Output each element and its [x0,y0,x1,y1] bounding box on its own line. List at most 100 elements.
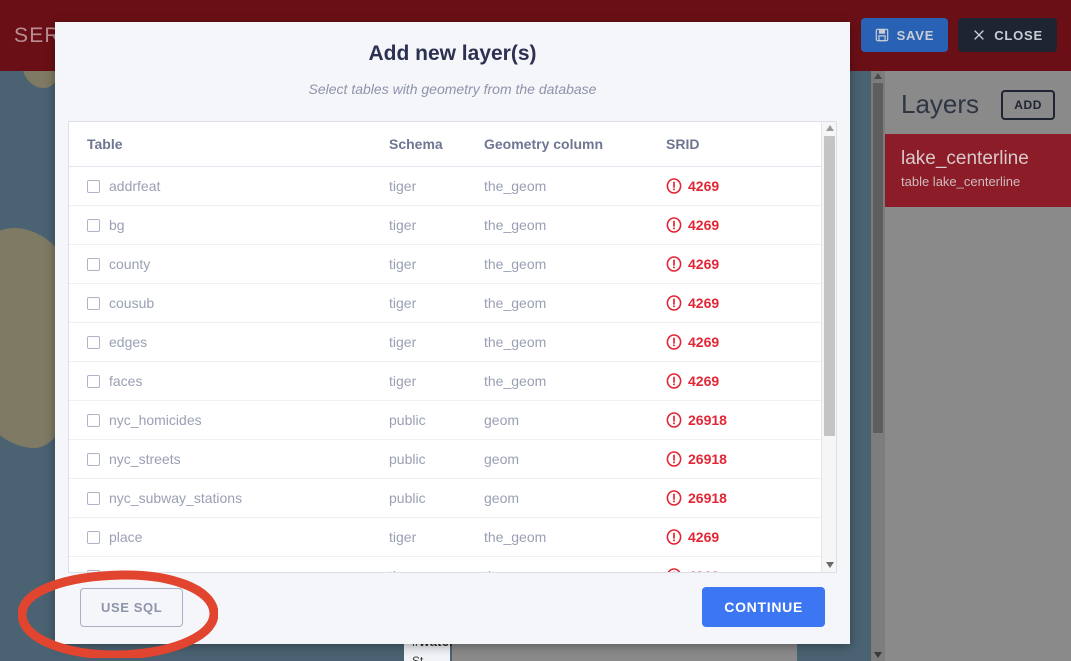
schema-label: tiger [389,362,484,401]
table-row[interactable]: addrfeattigerthe_geom4269 [69,167,824,206]
top-bar-actions: SAVE CLOSE [861,18,1057,52]
warning-circle-exclamation-icon [666,217,682,233]
dialog-subtitle: Select tables with geometry from the dat… [55,81,850,97]
table-name-label: county [109,256,150,272]
row-checkbox[interactable] [87,492,100,505]
warning-circle-exclamation-icon [666,334,682,350]
column-header-schema[interactable]: Schema [389,122,484,167]
row-checkbox[interactable] [87,414,100,427]
table-row[interactable]: nyc_homicides publicgeom 26918 [69,401,824,440]
table-row-name-cell[interactable]: addrfeat [69,167,389,206]
table-row-name-cell[interactable]: bg [69,206,389,245]
table-name-label: place [109,529,142,545]
layers-panel: Layers ADD lake_centerline table lake_ce… [871,71,1071,661]
table-row-name-cell[interactable]: county [69,245,389,284]
tables-list-container: Table Schema Geometry column SRID addrfe… [68,121,837,573]
schema-label: tiger [389,323,484,362]
geometry-column-label: the_geom [484,323,666,362]
table-row[interactable]: nyc_subway_stationspublicgeom26918 [69,479,824,518]
tables-list-header: Table Schema Geometry column SRID [69,122,824,167]
row-checkbox[interactable] [87,180,100,193]
srid-cell: 4269 [666,245,824,284]
table-scroll-down-arrow-icon[interactable] [826,562,834,568]
srid-cell: 26918 [666,401,824,440]
use-sql-button[interactable]: USE SQL [80,588,183,627]
geometry-column-label: the_geom [484,245,666,284]
table-row-name-cell[interactable]: place [69,518,389,557]
table-row-name-cell[interactable]: cousub [69,284,389,323]
table-row[interactable]: county tigerthe_geom 4269 [69,245,824,284]
warning-circle-exclamation-icon [666,178,682,194]
layer-name: lake_centerline [901,148,1055,170]
schema-label: tiger [389,206,484,245]
table-row[interactable]: bgtigerthe_geom4269 [69,206,824,245]
table-scroll-thumb[interactable] [824,136,835,436]
close-button[interactable]: CLOSE [958,18,1057,52]
layer-subtitle: table lake_centerline [901,174,1055,189]
warning-circle-exclamation-icon [666,490,682,506]
table-row[interactable]: nyc_streetspublicgeom26918 [69,440,824,479]
table-row[interactable]: cousubtigerthe_geom4269 [69,284,824,323]
row-checkbox[interactable] [87,531,100,544]
row-checkbox[interactable] [87,453,100,466]
layers-panel-header: Layers ADD [885,71,1071,134]
srid-cell: 4269 [666,284,824,323]
srid-label: 26918 [688,412,727,428]
geometry-column-label: the_geom [484,362,666,401]
column-header-srid[interactable]: SRID [666,122,824,167]
table-scroll-up-arrow-icon[interactable] [826,125,834,131]
srid-cell: 4269 [666,206,824,245]
srid-label: 4269 [688,217,719,233]
layer-list-item-lake-centerline[interactable]: lake_centerline table lake_centerline [885,134,1071,207]
dialog-title: Add new layer(s) [55,42,850,66]
scroll-up-arrow-icon[interactable] [874,73,882,79]
schema-label: public [389,440,484,479]
schema-label: tiger [389,245,484,284]
layers-panel-scrollbar[interactable] [871,71,885,661]
srid-cell: 4269 [666,323,824,362]
table-row-name-cell[interactable]: edges [69,323,389,362]
geometry-column-label: geom [484,401,666,440]
column-header-geometry[interactable]: Geometry column [484,122,666,167]
table-row-name-cell[interactable]: faces [69,362,389,401]
table-name-label: faces [109,373,142,389]
table-row[interactable]: edges tigerthe_geom4269 [69,323,824,362]
schema-label: public [389,401,484,440]
table-row-name-cell[interactable]: nyc_homicides [69,401,389,440]
row-checkbox[interactable] [87,297,100,310]
add-layer-button[interactable]: ADD [1001,90,1055,120]
warning-circle-exclamation-icon [666,529,682,545]
scroll-down-arrow-icon[interactable] [874,652,882,658]
srid-label: 4269 [688,256,719,272]
table-row-name-cell[interactable]: nyc_subway_stations [69,479,389,518]
layers-scroll-thumb[interactable] [873,83,883,433]
save-disk-icon [875,28,889,42]
table-name-label: nyc_homicides [109,412,202,428]
srid-cell: 26918 [666,440,824,479]
schema-label: public [389,479,484,518]
column-header-table[interactable]: Table [69,122,389,167]
app-root: #water St... SERV SAVE [0,0,1071,661]
srid-label: 4269 [688,373,719,389]
tables-list-scrollbar[interactable] [821,122,836,572]
srid-label: 4269 [688,178,719,194]
row-checkbox[interactable] [87,258,100,271]
close-x-icon [972,28,986,42]
table-header-row: Table Schema Geometry column SRID [69,122,824,167]
table-row[interactable]: placetigerthe_geom4269 [69,518,824,557]
table-row-name-cell[interactable]: nyc_streets [69,440,389,479]
table-row[interactable]: faces tigerthe_geom 4269 [69,362,824,401]
warning-circle-exclamation-icon [666,412,682,428]
srid-cell: 4269 [666,362,824,401]
close-button-label: CLOSE [994,28,1043,43]
row-checkbox[interactable] [87,219,100,232]
continue-button[interactable]: CONTINUE [702,587,825,627]
save-button[interactable]: SAVE [861,18,949,52]
warning-circle-exclamation-icon [666,451,682,467]
row-checkbox[interactable] [87,375,100,388]
add-layers-dialog: Add new layer(s) Select tables with geom… [55,22,850,644]
schema-label: tiger [389,167,484,206]
table-name-label: edges [109,334,147,350]
geometry-column-label: geom [484,440,666,479]
row-checkbox[interactable] [87,336,100,349]
